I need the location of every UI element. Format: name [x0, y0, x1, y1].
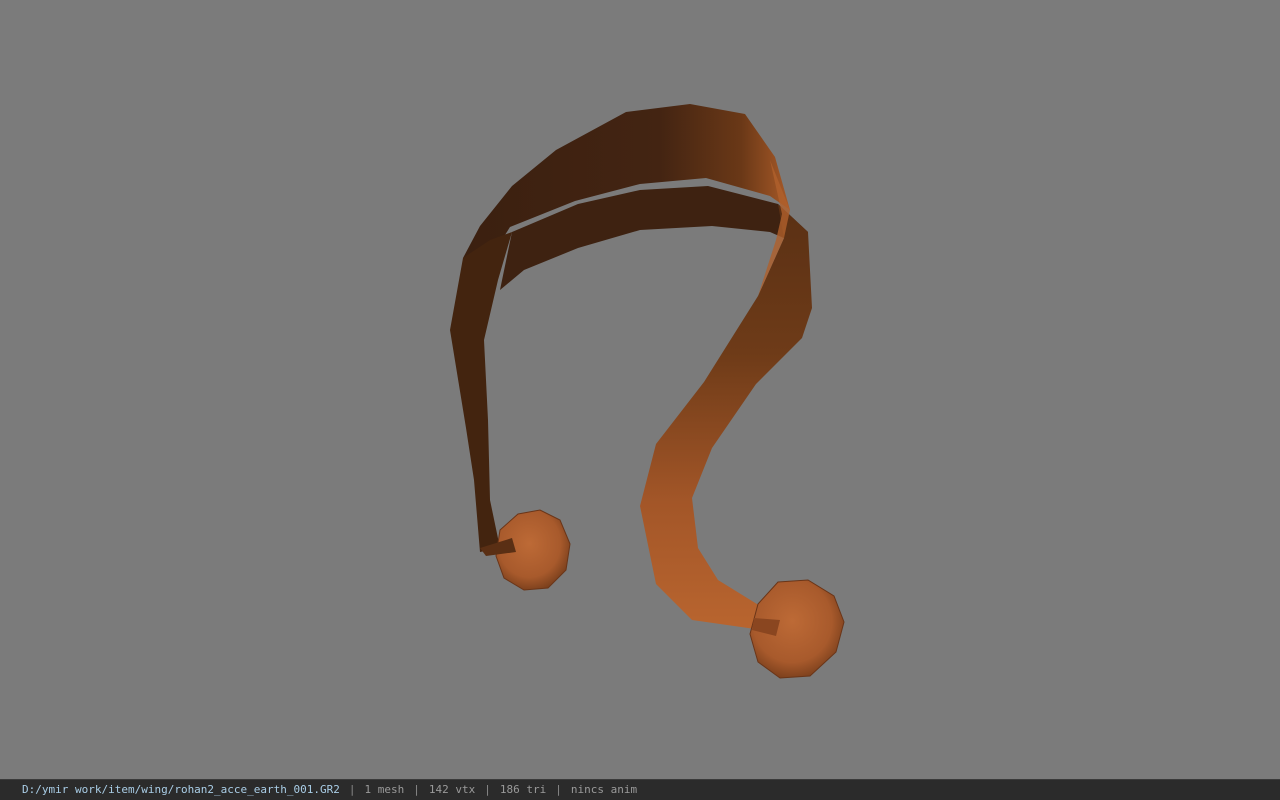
status-file-path: D:/ymir work/item/wing/rohan2_acce_earth… [22, 783, 340, 796]
3d-viewport[interactable] [0, 0, 1280, 779]
model-render [450, 104, 845, 679]
status-bar: D:/ymir work/item/wing/rohan2_acce_earth… [0, 779, 1280, 800]
status-separator: | [555, 783, 562, 796]
status-mesh-count: 1 mesh [364, 783, 405, 796]
status-separator: | [348, 783, 356, 796]
status-vertex-count: 142 vtx [428, 783, 476, 796]
status-separator: | [413, 783, 420, 796]
status-anim: nincs anim [570, 783, 638, 796]
status-triangle-count: 186 tri [499, 783, 547, 796]
status-separator: | [484, 783, 491, 796]
band-right-strand [640, 204, 812, 630]
